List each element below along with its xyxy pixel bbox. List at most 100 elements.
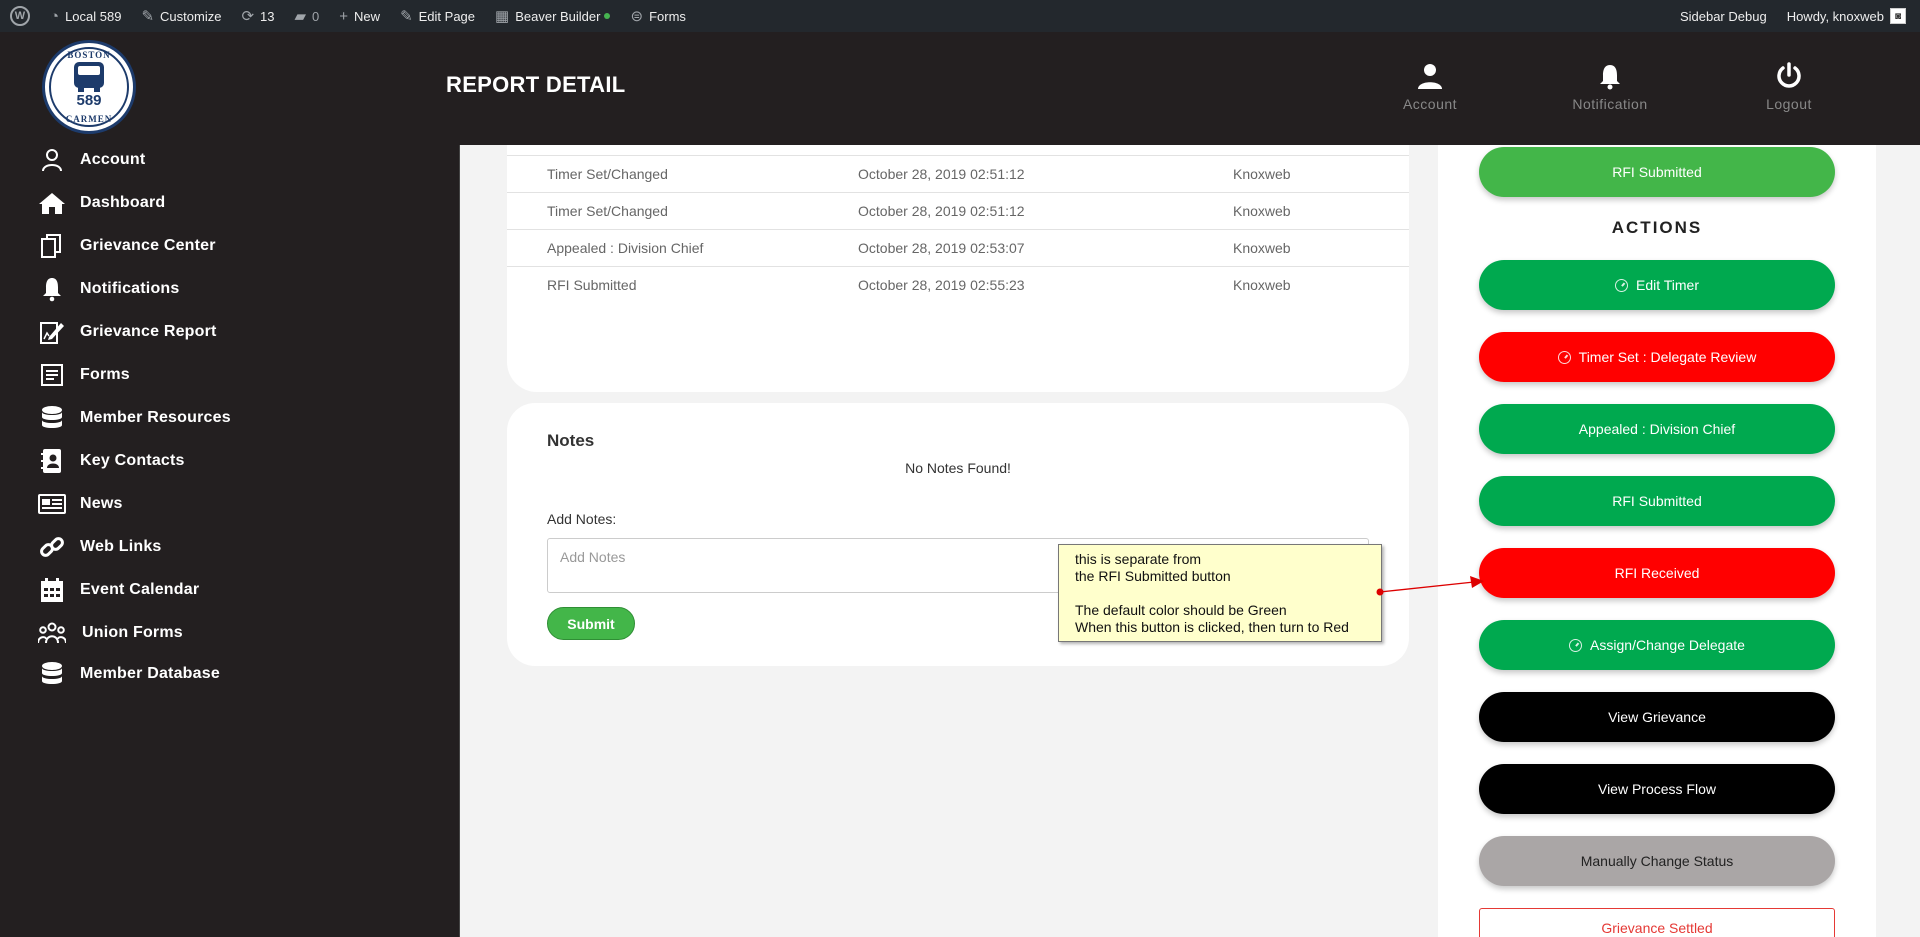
edit-timer-button[interactable]: Edit Timer — [1479, 260, 1835, 310]
button-label: Manually Change Status — [1580, 853, 1734, 869]
edit-page-label: Edit Page — [418, 8, 476, 24]
appealed-division-chief-button[interactable]: Appealed : Division Chief — [1479, 404, 1835, 454]
logo-top-text: BOSTON — [67, 50, 111, 60]
sidebar-item-grievance-report[interactable]: Grievance Report — [38, 317, 217, 347]
layout-icon: ▦ — [495, 7, 510, 25]
sidebar-item-member-resources[interactable]: Member Resources — [38, 403, 231, 433]
sidebar-item-label: Account — [80, 151, 146, 168]
sidebar-item-member-database[interactable]: Member Database — [38, 659, 220, 689]
sidebar-item-web-links[interactable]: Web Links — [38, 532, 162, 562]
wp-admin-bar: W ◔ Local 589 ✎ Customize ⟳ 13 ▰ 0 + New… — [0, 0, 1920, 32]
union-logo[interactable]: BOSTON 589 CARMEN — [42, 40, 136, 134]
header-nav-account[interactable]: Account — [1370, 62, 1490, 112]
header-nav-notification[interactable]: Notification — [1550, 62, 1670, 112]
button-label: RFI Submitted — [1612, 493, 1702, 509]
manually-change-status-button[interactable]: Manually Change Status — [1479, 836, 1835, 886]
notes-empty-message: No Notes Found! — [905, 460, 1011, 476]
sidebar-item-dashboard[interactable]: Dashboard — [38, 188, 165, 218]
sidebar-item-news[interactable]: News — [38, 489, 123, 519]
comments-item[interactable]: ▰ 0 — [285, 0, 330, 32]
refresh-icon: ⟳ — [241, 7, 255, 25]
header-nav-label: Account — [1402, 96, 1458, 112]
rfi-submitted-button[interactable]: RFI Submitted — [1479, 476, 1835, 526]
sidebar-item-label: Forms — [80, 366, 130, 383]
wp-logo-item[interactable]: W — [0, 0, 40, 32]
sidebar-item-label: Key Contacts — [80, 452, 185, 469]
comment-icon: ▰ — [294, 7, 307, 25]
dashboard-gauge-icon: ◔ — [50, 7, 60, 25]
annotation-line: the RFI Submitted button — [1075, 568, 1231, 584]
button-label: View Process Flow — [1597, 781, 1716, 797]
site-header: BOSTON 589 CARMEN REPORT DETAIL Account … — [0, 32, 1920, 145]
sidebar-debug-label: Sidebar Debug — [1679, 8, 1767, 24]
sidebar-item-key-contacts[interactable]: Key Contacts — [38, 446, 185, 476]
history-date: October 28, 2019 02:51:12 — [858, 166, 1025, 182]
sidebar-debug-item[interactable]: Sidebar Debug — [1670, 0, 1777, 32]
notes-title: Notes — [547, 431, 595, 450]
view-grievance-button[interactable]: View Grievance — [1479, 692, 1835, 742]
clock-icon — [1557, 350, 1571, 364]
sidebar-item-account[interactable]: Account — [38, 145, 145, 175]
button-label: RFI Submitted — [1612, 164, 1702, 180]
view-process-flow-button[interactable]: View Process Flow — [1479, 764, 1835, 814]
current-status-button[interactable]: RFI Submitted — [1479, 147, 1835, 197]
annotation-spacer — [1075, 585, 1365, 602]
customize-label: Customize — [160, 8, 222, 24]
edit-page-item[interactable]: ✎ Edit Page — [390, 0, 485, 32]
actions-title: ACTIONS — [1611, 218, 1703, 237]
sidebar-item-forms[interactable]: Forms — [38, 360, 130, 390]
button-label: View Grievance — [1608, 709, 1706, 725]
forms-label: Forms — [649, 8, 686, 24]
new-item[interactable]: + New — [329, 0, 390, 32]
bell-icon — [1600, 65, 1620, 90]
site-name: Local 589 — [65, 8, 122, 24]
admin-bar-left: W ◔ Local 589 ✎ Customize ⟳ 13 ▰ 0 + New… — [0, 0, 696, 32]
history-date: October 28, 2019 02:53:07 — [858, 240, 1025, 256]
edit-report-icon — [38, 318, 66, 346]
actions-panel: RFI Submitted ACTIONS Edit Timer Timer S… — [1438, 145, 1876, 937]
sidebar-item-label: Dashboard — [80, 194, 166, 211]
pencil-icon: ✎ — [400, 7, 413, 25]
header-nav-label: Notification — [1572, 96, 1648, 112]
admin-bar-right: Sidebar Debug Howdy, knoxweb ◙ — [1670, 0, 1920, 32]
header-nav-logout[interactable]: Logout — [1729, 62, 1849, 112]
power-icon — [1777, 62, 1801, 88]
avatar-icon: ◙ — [1890, 8, 1906, 24]
sidebar-item-label: Member Resources — [80, 409, 231, 426]
button-label: RFI Received — [1614, 565, 1700, 581]
bus-icon — [74, 61, 104, 92]
plus-icon: + — [339, 7, 349, 25]
sidebar-item-grievance-center[interactable]: Grievance Center — [38, 231, 216, 261]
logo-bottom-text: CARMEN — [65, 114, 113, 124]
history-action: Appealed : Division Chief — [547, 240, 704, 256]
sidebar-item-union-forms[interactable]: Union Forms — [38, 618, 183, 648]
customize-item[interactable]: ✎ Customize — [131, 0, 231, 32]
sidebar-item-notifications[interactable]: Notifications — [38, 274, 180, 304]
timer-set-delegate-review-button[interactable]: Timer Set : Delegate Review — [1479, 332, 1835, 382]
beaver-builder-item[interactable]: ▦ Beaver Builder — [485, 0, 620, 32]
contact-book-icon — [38, 447, 66, 475]
rfi-received-button[interactable]: RFI Received — [1479, 548, 1835, 598]
history-user: Knoxweb — [1233, 240, 1291, 256]
wordpress-icon: W — [10, 6, 30, 26]
grievance-settled-button[interactable]: Grievance Settled — [1479, 908, 1835, 937]
site-name-item[interactable]: ◔ Local 589 — [40, 0, 131, 32]
forms-item[interactable]: ⊜ Forms — [620, 0, 695, 32]
updates-item[interactable]: ⟳ 13 — [231, 0, 284, 32]
button-label: Timer Set : Delegate Review — [1578, 349, 1757, 365]
sidebar-item-label: Notifications — [80, 280, 180, 297]
assign-change-delegate-button[interactable]: Assign/Change Delegate — [1479, 620, 1835, 670]
history-user: Knoxweb — [1233, 277, 1291, 293]
sidebar-item-label: Event Calendar — [80, 581, 200, 598]
my-account-item[interactable]: Howdy, knoxweb ◙ — [1777, 0, 1920, 32]
header-nav-label: Logout — [1766, 96, 1812, 112]
brush-icon: ✎ — [141, 7, 155, 25]
howdy-label: Howdy, knoxweb — [1786, 8, 1884, 24]
submit-notes-button[interactable]: Submit — [547, 607, 635, 640]
sidebar-item-event-calendar[interactable]: Event Calendar — [38, 575, 199, 605]
history-card: Timer Set/Changed October 28, 2019 02:51… — [507, 140, 1409, 392]
sidebar-item-label: Grievance Report — [80, 323, 217, 340]
table-row: Timer Set/Changed October 28, 2019 02:51… — [507, 155, 1409, 192]
table-row: Appealed : Division Chief October 28, 20… — [507, 229, 1409, 266]
sidebar-item-label: Grievance Center — [80, 237, 216, 254]
